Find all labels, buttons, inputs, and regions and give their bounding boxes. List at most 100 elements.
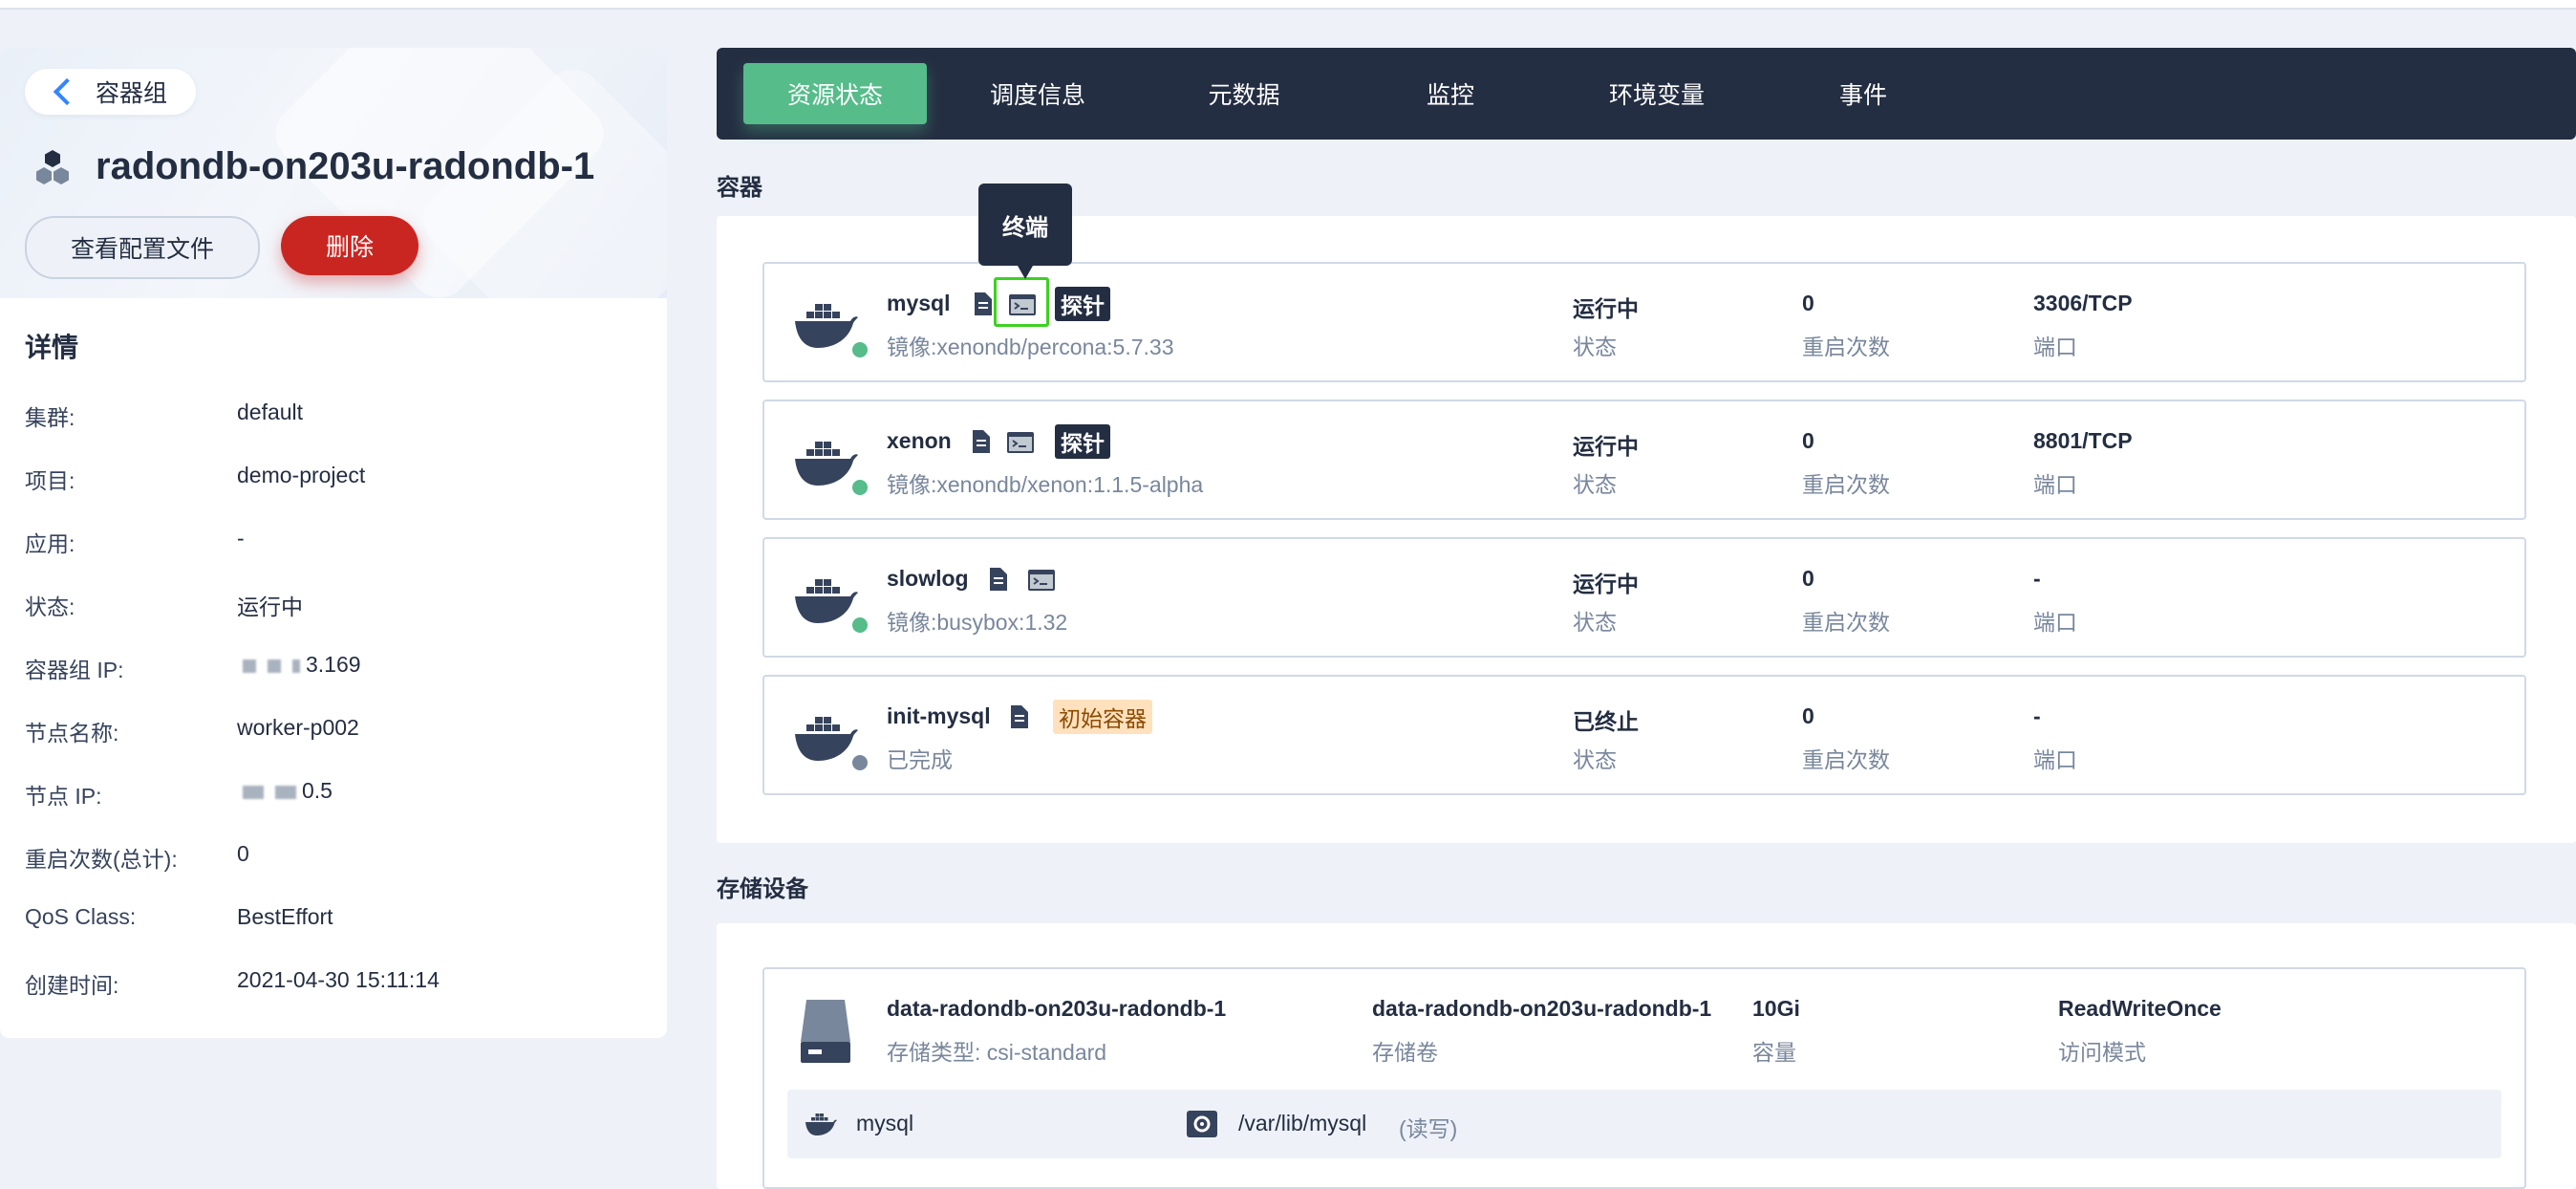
pod-title-row: radondb-on203u-radondb-1 [32,145,594,188]
container-status: 运行中 [1573,434,1639,459]
storage-class: 存储类型: csi-standard [887,1040,1107,1065]
details-card: 详情 集群: default 项目: demo-project 应用: - 状态: 运行… [0,298,667,1038]
redaction-mark [292,659,300,673]
container-row-slowlog[interactable]: slowlog 镜像:busybox:1.32 运行中 状态 0 重启次数 - … [762,537,2526,658]
status-dot [850,753,869,772]
container-image: 镜像:xenondb/xenon:1.1.5-alpha [887,472,1204,497]
docker-whale-icon [795,717,858,761]
terminal-icon[interactable] [1028,570,1055,591]
pod-header-card: 容器组 radondb-on203u-radondb-1 查看配置文件 删除 [0,48,667,298]
tab-metadata[interactable]: 元数据 [1152,63,1336,124]
volume-label: 存储卷 [1372,1040,1438,1065]
detail-key: 重启次数(总计): [25,847,178,872]
restart-label: 重启次数 [1802,335,1890,359]
document-icon[interactable] [971,430,990,453]
port-label: 端口 [2033,610,2077,635]
page-title: radondb-on203u-radondb-1 [96,145,595,187]
terminal-icon[interactable] [1007,432,1034,453]
tab-scheduling[interactable]: 调度信息 [946,63,1129,124]
mount-row: mysql /var/lib/mysql (读写) [787,1090,2501,1158]
docker-whale-icon [795,442,858,486]
status-label: 状态 [1573,610,1617,635]
storage-name[interactable]: data-radondb-on203u-radondb-1 [887,996,1226,1022]
detail-value: demo-project [237,463,366,487]
status-dot [850,478,869,497]
probe-tag[interactable]: 探针 [1055,424,1110,459]
container-row-xenon[interactable]: xenon 镜像:xenondb/xenon:1.1.5-alpha 探针 运行… [762,400,2526,520]
container-status: 已终止 [1573,709,1639,734]
container-port: - [2033,703,2041,728]
tab-resource-status[interactable]: 资源状态 [743,63,927,124]
container-state-text: 已完成 [887,747,953,772]
storage-section-title: 存储设备 [717,876,808,902]
detail-key: 状态: [25,594,75,619]
port-label: 端口 [2033,335,2077,359]
status-label: 状态 [1573,335,1617,359]
detail-row: 节点名称: worker-p002 [25,715,636,753]
port-label: 端口 [2033,472,2077,497]
capacity-value: 10Gi [1752,996,1800,1021]
mount-container: mysql [856,1111,914,1135]
detail-value: worker-p002 [237,715,359,740]
back-button[interactable]: 容器组 [25,69,197,115]
detail-value: default [237,400,304,424]
status-dot [850,616,869,635]
terminal-icon-highlight [994,277,1049,327]
detail-key: QoS Class: [25,904,137,929]
detail-value: 2021-04-30 15:11:14 [237,967,440,992]
storage-card[interactable]: data-radondb-on203u-radondb-1 存储类型: csi-… [762,967,2526,1189]
probe-tag[interactable]: 探针 [1055,287,1110,321]
container-port: - [2033,566,2041,591]
document-icon[interactable] [1009,705,1028,728]
detail-value: BestEffort [237,904,333,929]
detail-row: 创建时间: 2021-04-30 15:11:14 [25,967,636,1005]
detail-value: - [237,526,245,551]
redaction-mark [243,659,256,673]
detail-key: 容器组 IP: [25,658,124,682]
redaction-mark [243,785,264,799]
container-name: xenon [887,428,952,453]
port-label: 端口 [2033,747,2077,772]
container-name: slowlog [887,566,969,591]
mount-path: /var/lib/mysql [1238,1111,1367,1135]
view-yaml-button[interactable]: 查看配置文件 [25,216,260,279]
detail-row: 容器组 IP: 3.169 [25,652,636,690]
container-name: mysql [887,291,951,315]
capacity-label: 容量 [1752,1040,1796,1065]
restart-count: 0 [1802,566,1814,591]
status-dot [850,340,869,359]
restart-count: 0 [1802,428,1814,453]
detail-row: 重启次数(总计): 0 [25,841,636,879]
chevron-left-icon [53,77,81,106]
detail-row: 应用: - [25,526,636,564]
top-bar [0,0,2576,10]
tab-events[interactable]: 事件 [1771,63,1955,124]
mount-icon [1187,1111,1217,1137]
container-image: 镜像:xenondb/percona:5.7.33 [887,335,1174,359]
docker-whale-icon [795,579,858,623]
volume-name: data-radondb-on203u-radondb-1 [1372,996,1712,1021]
details-title: 详情 [25,333,79,362]
container-name: init-mysql [887,703,991,728]
detail-value: 0.5 [302,778,333,803]
detail-row: QoS Class: BestEffort [25,904,636,942]
tab-bar: 资源状态 调度信息 元数据 监控 环境变量 事件 [717,48,2576,140]
tab-env-vars[interactable]: 环境变量 [1565,63,1749,124]
restart-label: 重启次数 [1802,610,1890,635]
document-icon[interactable] [988,568,1007,591]
detail-value-redacted: 0.5 [237,778,333,804]
restart-count: 0 [1802,703,1814,728]
delete-button[interactable]: 删除 [281,216,419,275]
container-status: 运行中 [1573,572,1639,596]
status-label: 状态 [1573,747,1617,772]
docker-whale-icon [795,304,858,348]
container-row-init-mysql[interactable]: init-mysql 已完成 初始容器 已终止 状态 0 重启次数 - 端口 [762,675,2526,795]
redaction-mark [268,659,281,673]
detail-key: 节点 IP: [25,784,102,809]
disk-icon [801,1000,850,1063]
restart-label: 重启次数 [1802,747,1890,772]
tab-monitoring[interactable]: 监控 [1359,63,1542,124]
detail-key: 应用: [25,531,75,556]
document-icon[interactable] [973,292,992,315]
detail-row: 状态: 运行中 [25,589,636,627]
